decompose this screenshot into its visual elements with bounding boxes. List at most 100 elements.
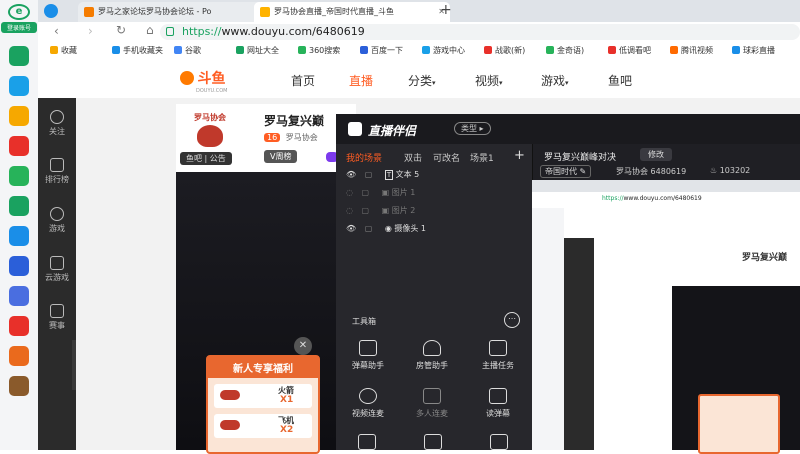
bookmark-favicon-icon: [112, 46, 120, 54]
tab-scene-1[interactable]: 场景1: [470, 151, 494, 164]
left-nav-events[interactable]: 赛事: [38, 304, 76, 331]
left-nav-games[interactable]: 游戏: [38, 207, 76, 234]
room-owner[interactable]: 罗马协会: [286, 133, 318, 142]
navigate-icon[interactable]: [44, 4, 58, 18]
login-account-label[interactable]: 登录账号: [1, 22, 37, 33]
layer-text-5[interactable]: 👁 ▢ T 文本 5: [346, 168, 419, 182]
toolbox-more-icon[interactable]: ⋯: [504, 312, 520, 328]
app-5-icon[interactable]: [9, 166, 29, 186]
nav-games[interactable]: 游戏▾: [541, 72, 569, 89]
tool-read-danmu[interactable]: 读弹幕: [468, 388, 528, 419]
room-id-value: 6480619: [650, 167, 687, 176]
nav-video[interactable]: 视频▾: [475, 72, 503, 89]
newbie-promo-card[interactable]: 新人专享福利 火箭 X1 飞机 X2: [206, 355, 320, 454]
app-9-icon[interactable]: [9, 286, 29, 306]
bookmark-item[interactable]: 谷歌: [174, 42, 201, 60]
nav-fishbar[interactable]: 鱼吧: [608, 72, 632, 89]
app-10-icon[interactable]: [9, 316, 29, 336]
bookmark-item[interactable]: 手机收藏夹: [112, 42, 163, 60]
back-icon[interactable]: ‹: [54, 24, 59, 38]
tab-renamable[interactable]: 可改名: [433, 151, 460, 164]
tab-douyu[interactable]: 罗马协会直播_帝国时代直播_斗鱼 ✕: [254, 2, 450, 22]
image-layer-icon: ▣: [381, 188, 390, 197]
layer-camera-1[interactable]: 👁 ▢ ◉ 摄像头 1: [346, 222, 426, 236]
tool-row-more[interactable]: [358, 434, 376, 450]
tool-row-more[interactable]: [490, 434, 508, 450]
bookmark-item[interactable]: 战歌(新): [484, 42, 525, 60]
layer-image-1[interactable]: ◌ ▢ ▣ 图片 1: [346, 186, 415, 200]
tool-anchor-tasks[interactable]: 主播任务: [468, 340, 528, 371]
bookmark-item[interactable]: 球彩直播: [732, 42, 775, 60]
app-11-icon[interactable]: [9, 346, 29, 366]
bookmark-label: 低调看吧: [619, 46, 651, 55]
bookmarks-bar: 收藏 手机收藏夹 谷歌 网址大全 360搜索 百度一下 游戏中心 战歌(新) 金奇语) 低调看吧 腾…: [38, 42, 800, 61]
lock-icon: [166, 27, 174, 36]
new-tab-icon[interactable]: +: [440, 2, 452, 18]
add-scene-icon[interactable]: +: [514, 148, 525, 163]
left-nav-follow[interactable]: 关注: [38, 110, 76, 137]
browser-logo-icon[interactable]: e: [8, 4, 30, 20]
bookmark-item[interactable]: 腾讯视频: [670, 42, 713, 60]
type-button[interactable]: 类型 ▸: [454, 122, 491, 135]
forward-icon[interactable]: ›: [88, 24, 93, 38]
lock-icon[interactable]: ▢: [365, 170, 373, 179]
bookmark-item[interactable]: 金奇语): [546, 42, 584, 60]
app-12-icon[interactable]: [9, 376, 29, 396]
bookmark-label: 腾讯视频: [681, 46, 713, 55]
nav-category[interactable]: 分类▾: [408, 72, 436, 89]
douyu-logo[interactable]: 斗鱼 DOUYU.COM: [180, 68, 228, 94]
edit-title-button[interactable]: 修改: [640, 148, 672, 161]
app-7-icon[interactable]: [9, 226, 29, 246]
lock-icon[interactable]: ▢: [365, 224, 373, 233]
preview-room-title: 罗马复兴巅: [742, 253, 788, 263]
tool-multi-link[interactable]: 多人连麦: [402, 388, 462, 419]
visible-eye-icon[interactable]: 👁: [346, 224, 356, 233]
preview-url: https://www.douyu.com/6480619: [602, 195, 702, 202]
lock-icon[interactable]: ▢: [362, 206, 370, 215]
home-icon[interactable]: ⌂: [146, 23, 154, 37]
hidden-eye-icon[interactable]: ◌: [346, 206, 353, 215]
tool-room-manager[interactable]: 房管助手: [402, 340, 462, 371]
address-bar[interactable]: https://www.douyu.com/6480619: [160, 24, 800, 40]
bookmark-item[interactable]: 游戏中心: [422, 42, 465, 60]
close-promo-icon[interactable]: ✕: [294, 337, 312, 355]
nav-home[interactable]: 首页: [291, 72, 315, 89]
tool-label: 主播任务: [482, 361, 514, 370]
tool-danmu-assistant[interactable]: 弹幕助手: [338, 340, 398, 371]
visible-eye-icon[interactable]: 👁: [346, 170, 356, 179]
left-nav-rank[interactable]: 排行榜: [38, 158, 76, 185]
tab-double-click[interactable]: 双击: [404, 151, 422, 164]
tab-forum[interactable]: 罗马之家论坛罗马协会论坛 - Po ✕: [78, 2, 274, 22]
tool-row-more[interactable]: [424, 434, 442, 450]
tool-video-link[interactable]: 视频连麦: [338, 388, 398, 419]
bookmark-item[interactable]: 百度一下: [360, 42, 403, 60]
nav-live[interactable]: 直播: [349, 72, 373, 89]
bookmark-item[interactable]: 低调看吧: [608, 42, 651, 60]
left-nav-cloud-games[interactable]: 云游戏: [38, 256, 76, 283]
bookmark-item[interactable]: 收藏: [50, 42, 77, 60]
tab-my-scenes[interactable]: 我的场景: [346, 151, 382, 164]
video-link-icon: [359, 388, 377, 404]
bookmark-item[interactable]: 网址大全: [236, 42, 279, 60]
rocket-icon: [220, 390, 240, 400]
douyu-logo-icon: [180, 71, 194, 85]
avatar-badge-text: 罗马协会: [194, 113, 226, 122]
left-nav-label: 云游戏: [45, 273, 69, 282]
app-1-icon[interactable]: [9, 46, 29, 66]
category-chip[interactable]: 帝国时代 ✎: [540, 165, 592, 178]
app-6-icon[interactable]: [9, 196, 29, 216]
tool-label: 房管助手: [416, 361, 448, 370]
lock-icon[interactable]: ▢: [362, 188, 370, 197]
refresh-icon[interactable]: ↻: [116, 23, 126, 37]
left-nav-label: 排行榜: [45, 175, 69, 184]
layer-image-2[interactable]: ◌ ▢ ▣ 图片 2: [346, 204, 415, 218]
tool-label: 弹幕助手: [352, 361, 384, 370]
weekly-rank-button[interactable]: V周榜: [264, 150, 298, 163]
bookmark-item[interactable]: 360搜索: [298, 42, 340, 60]
app-3-icon[interactable]: [9, 106, 29, 126]
app-2-icon[interactable]: [9, 76, 29, 96]
app-8-icon[interactable]: [9, 256, 29, 276]
app-4-icon[interactable]: [9, 136, 29, 156]
hidden-eye-icon[interactable]: ◌: [346, 188, 353, 197]
fish-bar-button[interactable]: 鱼吧 | 公告: [180, 152, 232, 165]
